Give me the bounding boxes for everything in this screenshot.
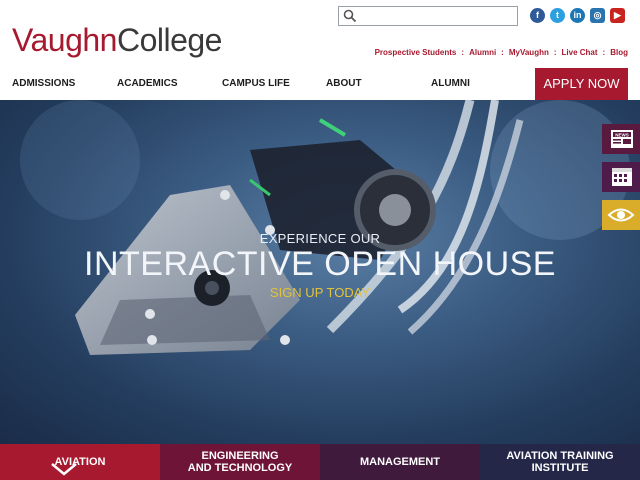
utility-links: Prospective Students: Alumni: MyVaughn: Liv… bbox=[375, 48, 628, 57]
calendar-icon bbox=[612, 168, 632, 186]
news-icon-label: NEWS bbox=[615, 132, 629, 137]
instagram-icon[interactable]: ◎ bbox=[590, 8, 605, 23]
youtube-icon[interactable]: ▶ bbox=[610, 8, 625, 23]
nav-admissions[interactable]: ADMISSIONS bbox=[12, 68, 75, 100]
search-icon[interactable] bbox=[343, 9, 357, 23]
tab-aviation-training-institute[interactable]: AVIATION TRAINING INSTITUTE bbox=[480, 444, 640, 480]
facebook-icon[interactable]: f bbox=[530, 8, 545, 23]
logo-part-vaughn: Vaughn bbox=[12, 22, 117, 58]
hero-signup-link[interactable]: SIGN UP TODAY bbox=[0, 285, 640, 300]
tab-management-label: MANAGEMENT bbox=[359, 456, 441, 468]
nav-academics[interactable]: ACADEMICS bbox=[117, 68, 178, 100]
tab-engineering-line2: AND TECHNOLOGY bbox=[187, 462, 293, 474]
util-link-alumni[interactable]: Alumni bbox=[469, 48, 496, 57]
nav-alumni[interactable]: ALUMNI bbox=[431, 68, 470, 100]
tab-ati-line2: INSTITUTE bbox=[531, 462, 589, 474]
twitter-icon[interactable]: t bbox=[550, 8, 565, 23]
tab-management[interactable]: MANAGEMENT bbox=[320, 444, 480, 480]
hero-banner[interactable]: EXPERIENCE OUR INTERACTIVE OPEN HOUSE SI… bbox=[0, 100, 640, 444]
tab-ati-line1: AVIATION TRAINING bbox=[506, 450, 614, 462]
news-icon: NEWS bbox=[611, 130, 633, 148]
util-separator: : bbox=[461, 48, 465, 57]
hero-title: INTERACTIVE OPEN HOUSE bbox=[84, 245, 556, 283]
util-link-myvaughn[interactable]: MyVaughn bbox=[509, 48, 549, 57]
tab-aviation[interactable]: AVIATION bbox=[0, 444, 160, 480]
tab-engineering-and-technology[interactable]: ENGINEERING AND TECHNOLOGY bbox=[160, 444, 320, 480]
site-header: VaughnCollege f t in ◎ ▶ Prospective Stu… bbox=[0, 0, 640, 68]
util-link-live-chat[interactable]: Live Chat bbox=[562, 48, 598, 57]
apply-now-button[interactable]: APPLY NOW bbox=[535, 68, 628, 100]
news-button[interactable]: NEWS bbox=[602, 124, 640, 154]
logo[interactable]: VaughnCollege bbox=[12, 20, 222, 60]
util-separator: : bbox=[501, 48, 504, 57]
search-input[interactable] bbox=[359, 8, 515, 24]
nav-about[interactable]: ABOUT bbox=[326, 68, 362, 100]
util-link-prospective-students[interactable]: Prospective Students bbox=[375, 48, 457, 57]
hero-kicker: EXPERIENCE OUR bbox=[259, 231, 381, 246]
util-separator: : bbox=[602, 48, 606, 57]
search-box[interactable] bbox=[338, 6, 518, 26]
tab-engineering-line1: ENGINEERING bbox=[201, 450, 279, 462]
calendar-button[interactable] bbox=[602, 162, 640, 192]
eye-icon bbox=[607, 208, 635, 222]
virtual-tour-button[interactable] bbox=[602, 200, 640, 230]
linkedin-icon[interactable]: in bbox=[570, 8, 585, 23]
logo-part-college: College bbox=[116, 22, 223, 58]
nav-campus-life[interactable]: CAMPUS LIFE bbox=[222, 68, 290, 100]
util-separator: : bbox=[553, 48, 557, 57]
util-link-blog[interactable]: Blog bbox=[610, 48, 628, 57]
chevron-down-icon[interactable] bbox=[50, 462, 78, 476]
